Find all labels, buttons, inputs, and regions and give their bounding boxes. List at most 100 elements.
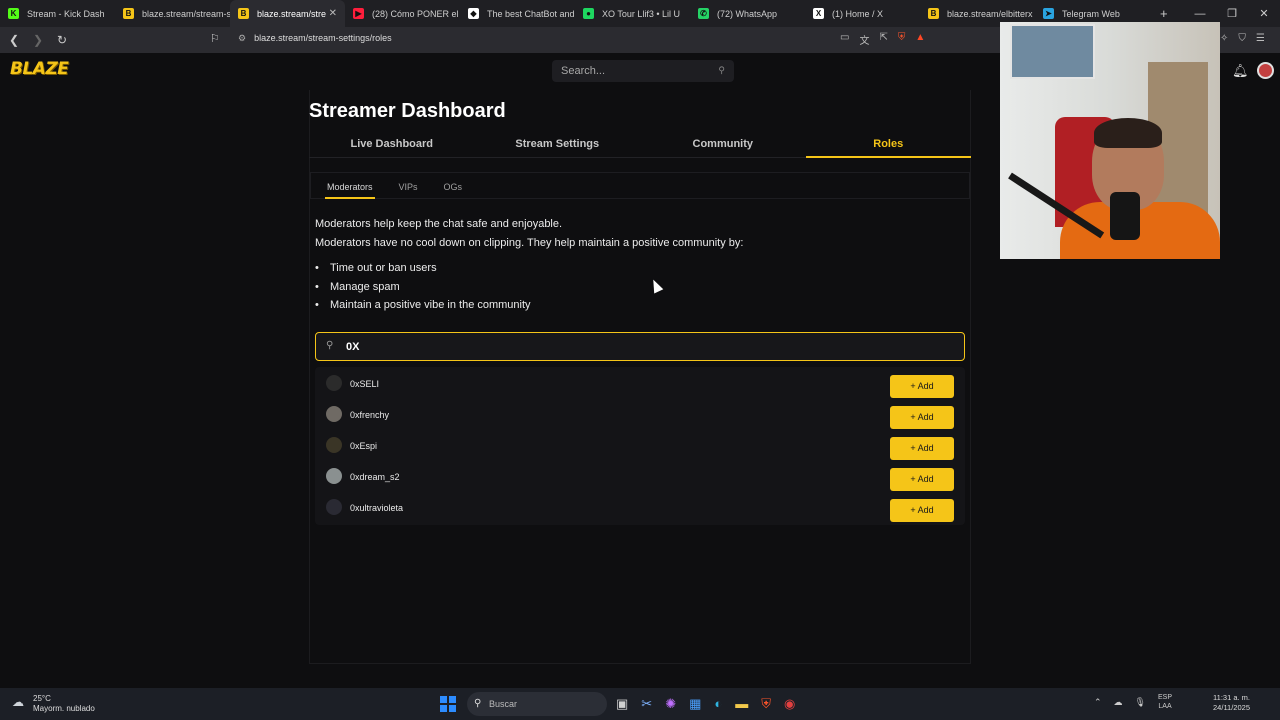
start-icon[interactable] [440, 696, 456, 712]
tab-title: The best ChatBot and [487, 8, 575, 19]
cast-icon[interactable]: ▭ [840, 32, 849, 47]
minimize-icon[interactable]: — [1184, 8, 1216, 20]
windows-taskbar: ☁ 25°C Mayorm. nublado ⚲ Buscar ▣ ✂ ✺ ▦ … [0, 688, 1280, 720]
shield-icon[interactable]: ⛉ [1238, 33, 1246, 44]
tab-favicon-icon: ● [583, 8, 594, 19]
user-avatar[interactable] [1256, 62, 1274, 79]
tab-title: (1) Home / X [832, 8, 884, 19]
user-search-input[interactable]: ⚲ 0X [315, 332, 965, 361]
taskbar-search[interactable]: ⚲ Buscar [467, 692, 607, 716]
browser-tab[interactable]: X (1) Home / X [805, 0, 920, 27]
taskbar-apps: ▣ ✂ ✺ ▦ ◐ ▬ ⛨ ◉ [616, 696, 795, 712]
tab-favicon-icon: B [928, 8, 939, 19]
webcam-poster [1010, 24, 1095, 79]
translate-icon[interactable]: 文 [859, 32, 869, 47]
browser-tab[interactable]: ● XO Tour Llif3 • Lil U [575, 0, 690, 27]
description-line-2: Moderators have no cool down on clipping… [315, 237, 744, 249]
subtab-vips[interactable]: VIPs [399, 173, 418, 198]
task-view-icon[interactable]: ▣ [616, 696, 628, 712]
cloud-icon: ☁ [12, 695, 24, 709]
list-item: Manage spam [315, 278, 531, 297]
result-username: 0xultravioleta [350, 503, 404, 513]
user-avatar [326, 468, 342, 484]
copilot-icon[interactable]: ✺ [665, 696, 676, 712]
brave-icon[interactable]: ⛨ [761, 696, 771, 712]
add-moderator-button[interactable]: + Add [890, 437, 954, 460]
browser-tab[interactable]: ▶ (28) Cómo PONER el C [345, 0, 460, 27]
site-info-icon[interactable]: ⚙ [238, 33, 246, 43]
share-icon[interactable]: ⇱ [879, 32, 887, 47]
webcam-person-hair [1094, 118, 1162, 148]
result-row: 0xSELI + Add [315, 369, 965, 399]
webcam-overlay [1000, 22, 1220, 259]
browser-tab[interactable]: ◆ The best ChatBot and [460, 0, 575, 27]
webcam-person-shirt [1060, 202, 1220, 259]
tab-live-dashboard[interactable]: Live Dashboard [309, 132, 475, 157]
add-moderator-button[interactable]: + Add [890, 468, 954, 491]
app-icon[interactable]: ◉ [784, 696, 795, 712]
search-icon: ⚲ [474, 698, 482, 709]
moderator-duties-list: Time out or ban users Manage spam Mainta… [315, 259, 531, 315]
url-field[interactable]: ⚙ blaze.stream/stream-settings/roles [238, 33, 392, 44]
clock[interactable]: 11:31 a. m. 24/11/2025 [1195, 693, 1250, 713]
tab-roles[interactable]: Roles [805, 132, 972, 158]
browser-tab[interactable]: ✆ (72) WhatsApp [690, 0, 805, 27]
snipping-tool-icon[interactable]: ✂ [641, 696, 652, 712]
language-indicator[interactable]: ESP LAA [1158, 693, 1172, 711]
close-tab-icon[interactable]: ✕ [329, 8, 337, 19]
browser-tab[interactable]: Bblaze.stream/stream-s [115, 0, 230, 27]
search-icon: ⚲ [326, 340, 334, 351]
url-text: blaze.stream/stream-settings/roles [254, 33, 392, 43]
tray-overflow-icon[interactable]: ⌃ [1094, 697, 1102, 708]
back-icon[interactable]: ❮ [4, 33, 24, 47]
extensions-icon[interactable]: ✧ [1220, 33, 1228, 44]
brave-rewards-icon[interactable]: ▲ [915, 32, 925, 47]
add-moderator-button[interactable]: + Add [890, 406, 954, 429]
result-row: 0xEspi + Add [315, 431, 965, 461]
lang-layout: LAA [1158, 703, 1172, 710]
tab-title: (28) Cómo PONER el C [372, 8, 460, 19]
bell-icon[interactable]: 🔔︎ [1232, 63, 1249, 79]
menu-icon[interactable]: ☰ [1256, 33, 1265, 44]
store-icon[interactable]: ▦ [689, 696, 701, 712]
search-results: 0xSELI + Add 0xfrenchy + Add 0xEspi + Ad… [315, 367, 965, 525]
browser-tab[interactable]: K Stream - Kick Dash [0, 0, 115, 27]
add-moderator-button[interactable]: + Add [890, 499, 954, 522]
subtab-ogs[interactable]: OGs [444, 173, 463, 198]
edge-icon[interactable]: ◐ [714, 696, 722, 712]
result-row: 0xfrenchy + Add [315, 400, 965, 430]
tab-title: XO Tour Llif3 • Lil U [602, 8, 681, 19]
browser-tab[interactable]: Bblaze.stream/stre ✕ [230, 0, 345, 27]
forward-icon[interactable]: ❯ [28, 33, 48, 47]
tab-favicon-icon: B [123, 8, 134, 19]
site-search-input[interactable]: Search... ⚲ [552, 60, 734, 82]
subtab-moderators[interactable]: Moderators [325, 173, 375, 199]
microphone-icon[interactable]: 🎙︎ [1135, 697, 1146, 708]
restore-icon[interactable]: ❐ [1216, 7, 1248, 20]
tab-stream-settings[interactable]: Stream Settings [475, 132, 641, 157]
list-item: Maintain a positive vibe in the communit… [315, 296, 531, 315]
file-explorer-icon[interactable]: ▬ [735, 696, 748, 712]
tab-favicon-icon: ▶ [353, 8, 364, 19]
tab-title: blaze.stream/elbitterx [947, 8, 1033, 19]
bookmark-icon[interactable]: ⚐ [210, 32, 220, 45]
taskbar-search-label: Buscar [489, 699, 518, 709]
onedrive-icon[interactable]: ☁ [1114, 697, 1123, 708]
result-username: 0xfrenchy [350, 410, 390, 420]
result-row: 0xdream_s2 + Add [315, 462, 965, 492]
page-title: Streamer Dashboard [309, 100, 506, 122]
new-tab-button[interactable]: + [1160, 6, 1168, 21]
close-window-icon[interactable]: ✕ [1248, 7, 1280, 20]
blaze-logo[interactable]: BLAZE [10, 59, 69, 79]
result-username: 0xdream_s2 [350, 472, 400, 482]
description-line-1: Moderators help keep the chat safe and e… [315, 218, 563, 230]
add-moderator-button[interactable]: + Add [890, 375, 954, 398]
brave-shields-icon[interactable]: ⛨ [898, 32, 906, 47]
reload-icon[interactable]: ↻ [52, 33, 72, 47]
dashboard-tabs: Live Dashboard Stream Settings Community… [309, 132, 971, 158]
system-tray: ⌃ ☁ 🎙︎ [1094, 697, 1146, 708]
result-username: 0xSELI [350, 379, 380, 389]
tab-title: (72) WhatsApp [717, 8, 778, 19]
search-icon: ⚲ [718, 65, 725, 75]
tab-community[interactable]: Community [640, 132, 806, 157]
